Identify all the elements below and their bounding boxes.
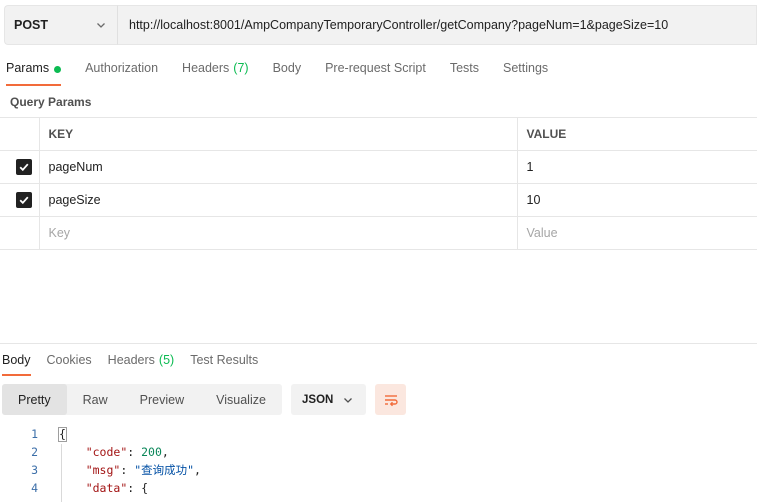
param-value-cell[interactable]: 10 <box>517 183 757 217</box>
tab-label: Params <box>6 61 50 75</box>
json-key: "code" <box>85 445 128 459</box>
query-params-table: KEY VALUE pageNum 1 pageSize 10 Key Valu… <box>0 117 757 250</box>
response-tab-body[interactable]: Body <box>2 352 31 376</box>
tab-params[interactable]: Params <box>6 58 62 86</box>
chevron-down-icon <box>342 394 354 406</box>
json-end: , <box>161 445 169 459</box>
method-select[interactable]: POST <box>4 5 117 45</box>
json-sep: : <box>120 463 135 477</box>
table-header-row: KEY VALUE <box>0 117 757 151</box>
tab-label: Pre-request Script <box>325 61 426 75</box>
param-key-cell[interactable]: pageNum <box>39 150 518 184</box>
tab-label: Settings <box>503 61 549 75</box>
chevron-down-icon <box>95 19 107 31</box>
format-select[interactable]: JSON <box>291 384 366 415</box>
tab-label: Headers <box>182 61 230 75</box>
param-key-cell[interactable]: pageSize <box>39 183 518 217</box>
code-text: "data": { <box>58 481 148 495</box>
response-tab-headers[interactable]: Headers (5) <box>108 352 175 376</box>
response-tab-cookies[interactable]: Cookies <box>47 352 92 376</box>
tab-label: Tests <box>449 61 479 75</box>
line-number: 3 <box>31 463 38 477</box>
tab-headers[interactable]: Headers (7) <box>182 58 249 86</box>
table-row: pageNum 1 <box>0 150 757 184</box>
line-number: 2 <box>31 445 38 459</box>
json-end: { <box>141 481 149 495</box>
query-params-title: Query Params <box>10 95 92 109</box>
param-value-cell[interactable]: 1 <box>517 150 757 184</box>
tab-label: Cookies <box>46 353 92 367</box>
response-tabs: Body Cookies Headers (5) Test Results <box>2 352 274 376</box>
tab-label: Authorization <box>85 61 159 75</box>
bracket-match: { <box>58 426 67 442</box>
column-header-key: KEY <box>39 117 518 151</box>
headers-count: (7) <box>233 61 249 75</box>
row-check-cell <box>0 216 40 250</box>
code-text: "msg": "查询成功", <box>58 462 201 478</box>
header-check-cell <box>0 117 40 151</box>
code-line: 4 "data": { <box>0 479 757 497</box>
code-line: 2 "code": 200, <box>0 443 757 461</box>
code-line: 1 { <box>0 425 757 443</box>
json-sep: : <box>127 445 142 459</box>
method-label: POST <box>14 18 49 32</box>
json-end: , <box>194 463 201 477</box>
json-number: 200 <box>141 445 162 459</box>
new-value-input[interactable]: Value <box>517 216 757 250</box>
request-bar: POST http://localhost:8001/AmpCompanyTem… <box>4 5 757 45</box>
code-text: "code": 200, <box>58 445 169 459</box>
view-pretty-button[interactable]: Pretty <box>2 384 67 415</box>
params-active-dot <box>54 66 62 73</box>
column-header-value: VALUE <box>517 117 757 151</box>
response-tab-test-results[interactable]: Test Results <box>190 352 258 376</box>
response-body-code[interactable]: 1 { 2 "code": 200, 3 "msg": "查询成功", 4 "d… <box>0 425 757 497</box>
code-line: 3 "msg": "查询成功", <box>0 461 757 479</box>
json-key: "msg" <box>85 463 121 477</box>
tab-label: Headers <box>107 353 155 367</box>
tab-tests[interactable]: Tests <box>450 58 479 86</box>
wrap-lines-button[interactable] <box>375 384 406 415</box>
view-visualize-button[interactable]: Visualize <box>200 384 282 415</box>
tab-label: Body <box>272 61 302 75</box>
row-check-cell <box>0 150 40 184</box>
tab-label: Body <box>2 353 31 367</box>
view-raw-button[interactable]: Raw <box>67 384 124 415</box>
param-checkbox[interactable] <box>16 159 32 175</box>
tab-pre-request-script[interactable]: Pre-request Script <box>325 58 426 86</box>
line-number: 1 <box>31 427 38 441</box>
tab-label: Test Results <box>190 353 259 367</box>
new-key-input[interactable]: Key <box>39 216 518 250</box>
checkmark-icon <box>19 196 29 205</box>
param-checkbox[interactable] <box>16 192 32 208</box>
wrap-lines-icon <box>384 394 398 406</box>
json-sep: : <box>127 481 142 495</box>
table-row: pageSize 10 <box>0 183 757 217</box>
json-key: "data" <box>85 481 128 495</box>
tab-body[interactable]: Body <box>273 58 302 86</box>
view-mode-control: Pretty Raw Preview Visualize <box>2 384 282 415</box>
view-preview-button[interactable]: Preview <box>124 384 200 415</box>
url-input[interactable]: http://localhost:8001/AmpCompanyTemporar… <box>117 5 757 45</box>
response-divider <box>0 343 757 344</box>
format-label: JSON <box>302 393 334 406</box>
indent-guide <box>61 444 62 502</box>
response-headers-count: (5) <box>158 353 175 367</box>
code-text: { <box>58 426 67 442</box>
request-tabs: Params Authorization Headers (7) Body Pr… <box>6 58 572 86</box>
tab-authorization[interactable]: Authorization <box>85 58 158 86</box>
row-check-cell <box>0 183 40 217</box>
json-string: "查询成功" <box>134 463 195 477</box>
checkmark-icon <box>19 163 29 172</box>
tab-settings[interactable]: Settings <box>503 58 548 86</box>
table-row-new: Key Value <box>0 216 757 250</box>
line-number: 4 <box>31 481 38 495</box>
